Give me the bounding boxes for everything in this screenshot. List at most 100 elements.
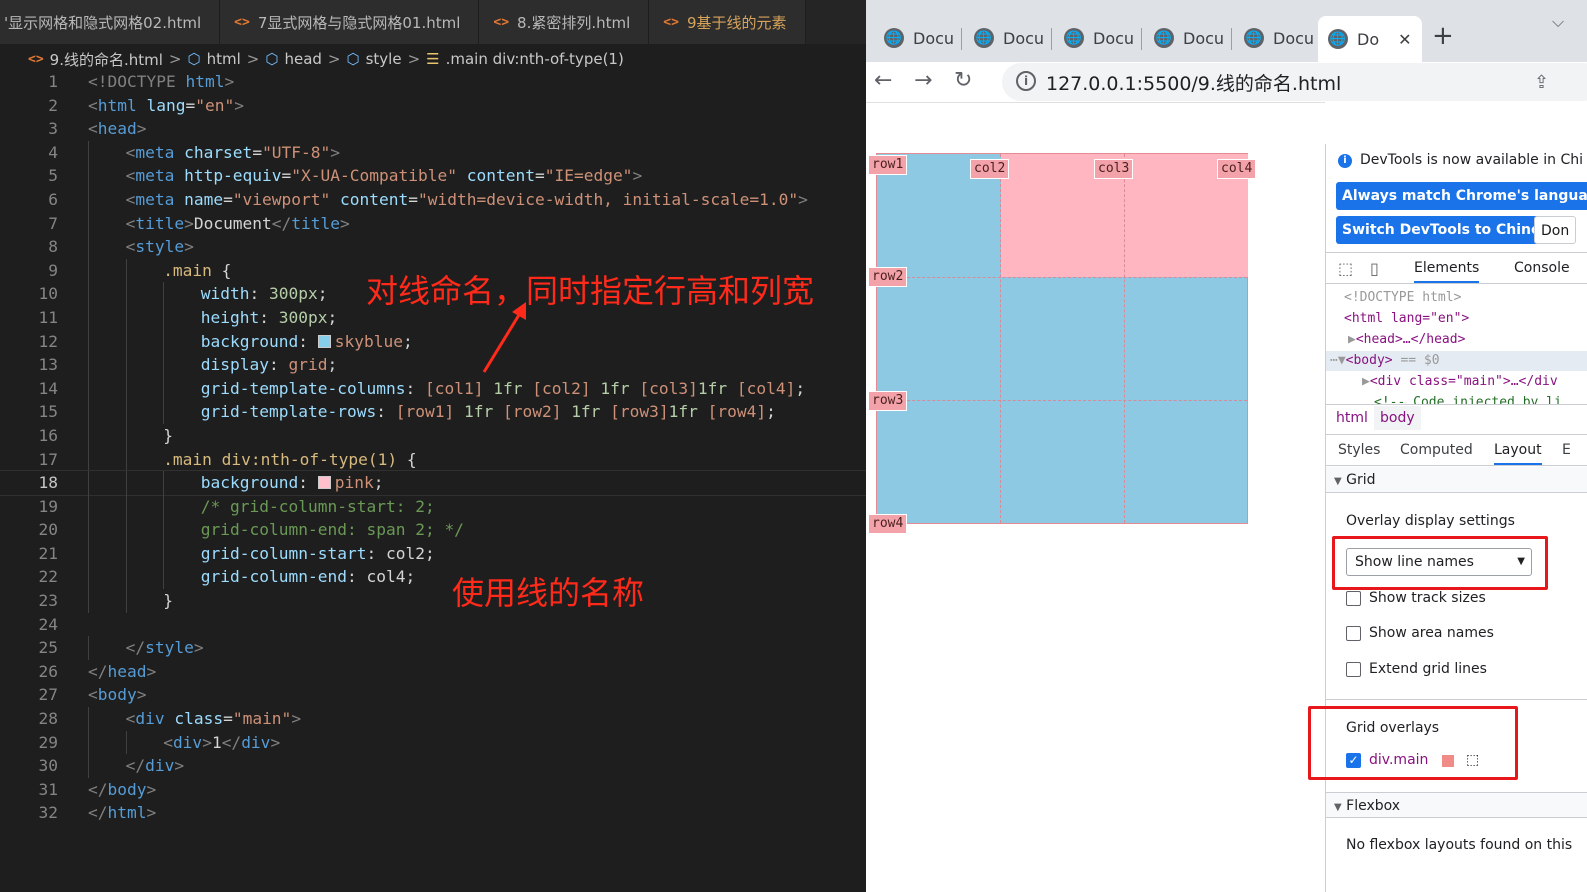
code-line[interactable]: 17 .main div:nth-of-type(1) {: [0, 447, 866, 472]
breadcrumb-html[interactable]: html: [207, 50, 241, 68]
code-line[interactable]: 2 <html lang="en">: [0, 94, 866, 118]
expand-triangle-icon[interactable]: ▶: [1348, 332, 1356, 347]
indent-guide: [88, 541, 89, 566]
breadcrumb-style[interactable]: style: [366, 50, 402, 68]
dom-doctype[interactable]: <!DOCTYPE html>: [1344, 288, 1461, 308]
browser-tab-4[interactable]: 🌐 Docu: [1144, 22, 1228, 54]
reload-button[interactable]: ↻: [954, 68, 972, 93]
page-viewport[interactable]: row1 col2 col3 col4 row2 row3 row4: [866, 102, 1325, 892]
code-line[interactable]: 1 <!DOCTYPE html>: [0, 70, 866, 94]
code-line[interactable]: 6 <meta name="viewport" content="width=de…: [0, 187, 866, 212]
dom-head-node[interactable]: ▶<head>…</head>: [1348, 330, 1465, 350]
grid-container[interactable]: [876, 153, 1248, 524]
address-bar[interactable]: i 127.0.0.1:5500/9.线的命名.html: [1002, 63, 1587, 101]
site-info-icon[interactable]: i: [1016, 71, 1036, 91]
crumb-html[interactable]: html: [1336, 410, 1368, 426]
editor-tab-08[interactable]: <> 8.紧密排列.html: [479, 0, 650, 44]
flexbox-section-header[interactable]: ▼ Flexbox: [1326, 792, 1587, 818]
code-line[interactable]: 26 </head>: [0, 660, 866, 684]
crumb-body[interactable]: body: [1374, 406, 1421, 430]
share-icon[interactable]: ⇪: [1534, 72, 1549, 93]
code-line[interactable]: 31 </body>: [0, 778, 866, 802]
code-token: Document: [193, 213, 272, 233]
code-line[interactable]: 16}: [0, 423, 866, 448]
dom-html-node[interactable]: <html lang="en">: [1344, 309, 1469, 329]
tab-styles[interactable]: Styles: [1338, 442, 1380, 458]
show-area-names-checkbox[interactable]: [1346, 625, 1361, 641]
code-line[interactable]: 3 <head>: [0, 117, 866, 141]
code-line[interactable]: 27 <body>: [0, 683, 866, 707]
code-token: 1: [211, 732, 222, 752]
editor-tab-01[interactable]: <> 7显式网格与隐式网格01.html: [220, 0, 480, 44]
code-line[interactable]: 21 grid-column-start: col2;: [0, 541, 866, 566]
code-line[interactable]: 30 </div>: [0, 754, 866, 778]
browser-tab-3[interactable]: 🌐 Docu: [1054, 22, 1138, 54]
code-line[interactable]: 22 grid-column-end: col4;: [0, 565, 866, 590]
dom-comment-node[interactable]: <!-- Code injected by li: [1374, 393, 1562, 404]
breadcrumb-head[interactable]: head: [284, 50, 321, 68]
dom-tree[interactable]: <!DOCTYPE html> <html lang="en"> ▶<head>…: [1326, 286, 1587, 404]
code-line[interactable]: 18 background: pink;: [0, 470, 866, 496]
browser-tab-1[interactable]: 🌐 Docu: [874, 22, 958, 54]
code-line[interactable]: 25 </style>: [0, 636, 866, 660]
code-line[interactable]: 19 /* grid-column-start: 2;: [0, 494, 866, 519]
device-toolbar-icon[interactable]: ▯: [1370, 259, 1379, 278]
dom-div-main-node[interactable]: ▶<div class="main">…</div: [1362, 372, 1558, 392]
code-line[interactable]: 24: [0, 613, 866, 637]
code-token: content: [340, 189, 409, 209]
code-editor[interactable]: '显示网格和隐式网格02.html <> 7显式网格与隐式网格01.html <>…: [0, 0, 866, 892]
collapse-triangle-icon[interactable]: ▼: [1338, 353, 1346, 368]
tab-console[interactable]: Console: [1514, 260, 1570, 276]
code-line[interactable]: 29 <div>1</div>: [0, 730, 866, 755]
extend-grid-lines-option[interactable]: Extend grid lines: [1346, 661, 1487, 677]
inspect-element-icon[interactable]: ⬚: [1338, 259, 1353, 278]
code-line[interactable]: 28 <div class="main">: [0, 707, 866, 731]
code-token: "X-UA-Compatible": [291, 166, 457, 186]
breadcrumb-file[interactable]: 9.线的命名.html: [50, 49, 163, 70]
expand-triangle-icon[interactable]: ▶: [1362, 374, 1370, 389]
extend-grid-lines-checkbox[interactable]: [1346, 661, 1361, 677]
tab-computed[interactable]: Computed: [1400, 442, 1473, 458]
dont-show-again-button[interactable]: Don: [1534, 216, 1577, 244]
color-swatch-icon[interactable]: [317, 334, 331, 348]
color-swatch-icon[interactable]: [317, 476, 331, 490]
code-line[interactable]: 12 background: skyblue;: [0, 329, 866, 354]
more-dots-icon[interactable]: ⋯: [1330, 353, 1338, 368]
code-line[interactable]: 13 display: grid;: [0, 353, 866, 377]
code-line[interactable]: 5 <meta http-equiv="X-UA-Compatible" cont…: [0, 164, 866, 188]
new-tab-button[interactable]: +: [1432, 21, 1454, 51]
tab-layout[interactable]: Layout: [1494, 442, 1542, 465]
code-token: [row1]: [395, 402, 464, 422]
grid-section-header[interactable]: ▼ Grid: [1326, 467, 1587, 493]
show-area-names-option[interactable]: Show area names: [1346, 625, 1494, 641]
show-track-sizes-checkbox[interactable]: [1346, 590, 1361, 606]
code-line[interactable]: 14 grid-template-columns: [col1] 1fr [col…: [0, 376, 866, 401]
code-token: >: [234, 95, 244, 115]
browser-tab-5[interactable]: 🌐 Docu: [1234, 22, 1318, 54]
switch-to-chinese-button[interactable]: Switch DevTools to Chinese: [1336, 216, 1565, 244]
code-line[interactable]: 23}: [0, 589, 866, 613]
show-track-sizes-option[interactable]: Show track sizes: [1346, 590, 1486, 606]
back-button[interactable]: ←: [874, 68, 892, 93]
always-match-language-button[interactable]: Always match Chrome's language: [1336, 182, 1587, 210]
indent-guide: [125, 518, 127, 542]
browser-tab-active[interactable]: 🌐 Do ✕: [1318, 16, 1422, 62]
code-line[interactable]: 32 </html>: [0, 801, 866, 825]
tab-search-icon[interactable]: ⌵: [1552, 12, 1564, 32]
code-area[interactable]: 1 <!DOCTYPE html> 2 <html lang="en"> 3 <head>…: [0, 70, 866, 825]
code-line[interactable]: 15 grid-template-rows: [row1] 1fr [row2] …: [0, 400, 866, 424]
dom-body-node[interactable]: ⋯▼<body> == $0: [1326, 351, 1587, 371]
code-line[interactable]: 7 <title>Document</title>: [0, 211, 866, 236]
editor-tab-02[interactable]: '显示网格和隐式网格02.html: [0, 0, 221, 44]
code-line[interactable]: 4 <meta charset="UTF-8">: [0, 140, 866, 165]
browser-tab-2[interactable]: 🌐 Docu: [964, 22, 1048, 54]
breadcrumb-selector[interactable]: .main div:nth-of-type(1): [446, 50, 624, 68]
forward-button[interactable]: →: [914, 68, 932, 93]
code-line[interactable]: 8 <style>: [0, 235, 866, 259]
editor-tab-09[interactable]: <> 9基于线的元素: [649, 0, 806, 44]
code-line[interactable]: 20 grid-column-end: span 2; */: [0, 518, 866, 542]
line-number: 16: [38, 425, 59, 445]
tab-more[interactable]: E: [1562, 442, 1571, 458]
close-tab-icon[interactable]: ✕: [1398, 30, 1411, 49]
tab-elements[interactable]: Elements: [1414, 260, 1480, 283]
